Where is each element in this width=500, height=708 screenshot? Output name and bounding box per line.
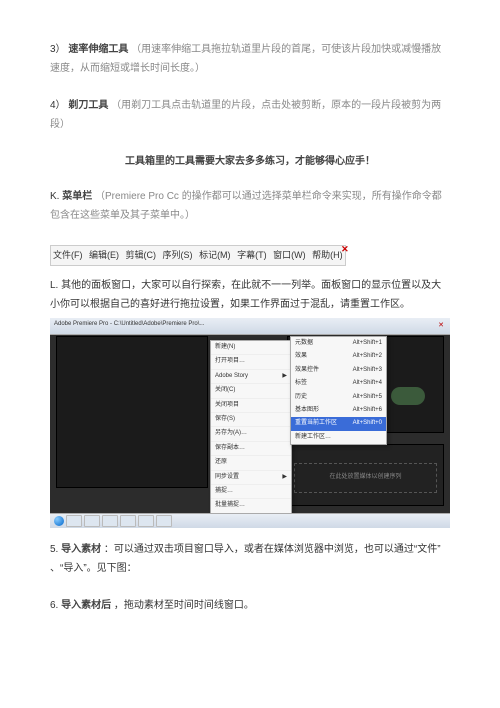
menu-seq: 序列(S) — [161, 249, 195, 261]
item-l-line2: 小你可以根据自己的喜好进行拖拉设置，如果工作界面过于混乱，请重置工作区。 — [50, 299, 410, 310]
menu-item: 还原 — [211, 456, 291, 470]
item-k: K. 菜单栏 （Premiere Pro Cc 的操作都可以通过选择菜单栏命令来… — [50, 187, 450, 225]
item-4-number: 4） — [50, 100, 66, 111]
submenu-item: 元数据Alt+Shift+1 — [291, 337, 386, 350]
menu-mark: 标记(M) — [197, 249, 233, 261]
window-title: Adobe Premiere Pro - C:\Untitled\Adobe\P… — [54, 321, 204, 327]
taskbar-button — [120, 515, 136, 527]
item-k-label: K. — [50, 191, 59, 202]
menu-item: 关闭项目 — [211, 399, 291, 413]
screenshot-reset-workspace: Adobe Premiere Pro - C:\Untitled\Adobe\P… — [50, 318, 450, 528]
item-4: 4） 剃刀工具 （用剃刀工具点击轨道里的片段，点击处被剪断，原本的一段片段被剪为… — [50, 96, 450, 134]
taskbar-button — [156, 515, 172, 527]
item-5-title: 导入素材 — [61, 544, 101, 555]
context-submenu: 元数据Alt+Shift+1效果Alt+Shift+2效果控件Alt+Shift… — [290, 336, 387, 445]
menu-win: 窗口(W) — [271, 249, 308, 261]
menu-edit: 编辑(E) — [87, 249, 121, 261]
item-6-desc: ，拖动素材至时间时间线窗口。 — [114, 600, 254, 611]
taskbar-button — [84, 515, 100, 527]
item-k-desc: （Premiere Pro Cc 的操作都可以通过选择菜单栏命令来实现，所有操作… — [50, 191, 442, 221]
item-l-label: L. — [50, 280, 58, 291]
item-5-number: 5. — [50, 544, 58, 555]
document-page: 3） 速率伸缩工具 （用速率伸缩工具拖拉轨道里片段的首尾，可使该片段加快或减慢播… — [0, 0, 500, 663]
menu-item: 批量捕捉… — [211, 499, 291, 513]
menubar-figure: 文件(F) 编辑(E) 剪辑(C) 序列(S) 标记(M) 字幕(T) 窗口(W… — [50, 245, 346, 266]
item-5: 5. 导入素材 ：可以通过双击项目窗口导入，或者在媒体浏览器中浏览，也可以通过“… — [50, 540, 450, 578]
menu-item: 保存副本… — [211, 442, 291, 456]
item-3: 3） 速率伸缩工具 （用速率伸缩工具拖拉轨道里片段的首尾，可使该片段加快或减慢播… — [50, 40, 450, 78]
context-menu: 新建(N)打开项目…Adobe Story▶关闭(C)关闭项目保存(S)另存为(… — [210, 340, 292, 528]
item-6-title: 导入素材后 — [61, 600, 111, 611]
practice-note: 工具箱里的工具需要大家去多多练习，才能够得心应手！ — [50, 152, 450, 171]
item-6-number: 6. — [50, 600, 58, 611]
menu-clip: 剪辑(C) — [124, 249, 159, 261]
item-5-line2: 、“导入”。见下图： — [50, 563, 137, 574]
item-4-desc: （用剃刀工具点击轨道里的片段，点击处被剪断，原本的一段片段被剪为两段） — [50, 100, 441, 130]
submenu-item: 历史Alt+Shift+5 — [291, 391, 386, 404]
menu-item: Adobe Story▶ — [211, 370, 291, 384]
menu-file: 文件(F) — [51, 249, 85, 261]
window-titlebar: Adobe Premiere Pro - C:\Untitled\Adobe\P… — [50, 318, 450, 335]
window-close-icon: ✕ — [438, 319, 444, 332]
taskbar — [50, 513, 450, 528]
taskbar-button — [66, 515, 82, 527]
timeline-drop-hint: 在此处放置媒体以创建序列 — [294, 463, 437, 493]
close-icon: ✕ — [339, 240, 351, 259]
menu-item: 保存(S) — [211, 413, 291, 427]
item-3-title: 速率伸缩工具 — [68, 44, 128, 55]
item-k-title: 菜单栏 — [62, 191, 92, 202]
menu-sub: 字幕(T) — [235, 249, 269, 261]
item-4-title: 剃刀工具 — [68, 100, 108, 111]
submenu-item: 效果控件Alt+Shift+3 — [291, 364, 386, 377]
taskbar-button — [138, 515, 154, 527]
submenu-item: 基本图形Alt+Shift+6 — [291, 404, 386, 417]
menu-item: 同步设置▶ — [211, 471, 291, 485]
submenu-item: 重置当前工作区Alt+Shift+0 — [291, 417, 386, 430]
submenu-item: 效果Alt+Shift+2 — [291, 350, 386, 363]
menu-item: 关闭(C) — [211, 384, 291, 398]
toggle-indicator — [391, 387, 425, 405]
item-6: 6. 导入素材后 ，拖动素材至时间时间线窗口。 — [50, 596, 450, 615]
item-5-line1: ：可以通过双击项目窗口导入，或者在媒体浏览器中浏览，也可以通过“文件” — [104, 544, 441, 555]
menu-item: 打开项目… — [211, 355, 291, 369]
project-panel — [56, 336, 208, 488]
item-l: L. 其他的面板窗口，大家可以自行探索，在此就不一一列举。面板窗口的显示位置以及… — [50, 276, 450, 314]
taskbar-button — [102, 515, 118, 527]
item-3-number: 3） — [50, 44, 66, 55]
menu-item: 捕捉… — [211, 485, 291, 499]
menu-item: 新建(N) — [211, 341, 291, 355]
start-orb-icon — [54, 516, 64, 526]
item-l-line1: 其他的面板窗口，大家可以自行探索，在此就不一一列举。面板窗口的显示位置以及大 — [61, 280, 441, 291]
timeline-panel: 在此处放置媒体以创建序列 — [287, 444, 444, 506]
submenu-item: 新建工作区… — [291, 431, 386, 444]
menu-item: 另存为(A)… — [211, 427, 291, 441]
submenu-item: 标签Alt+Shift+4 — [291, 377, 386, 390]
